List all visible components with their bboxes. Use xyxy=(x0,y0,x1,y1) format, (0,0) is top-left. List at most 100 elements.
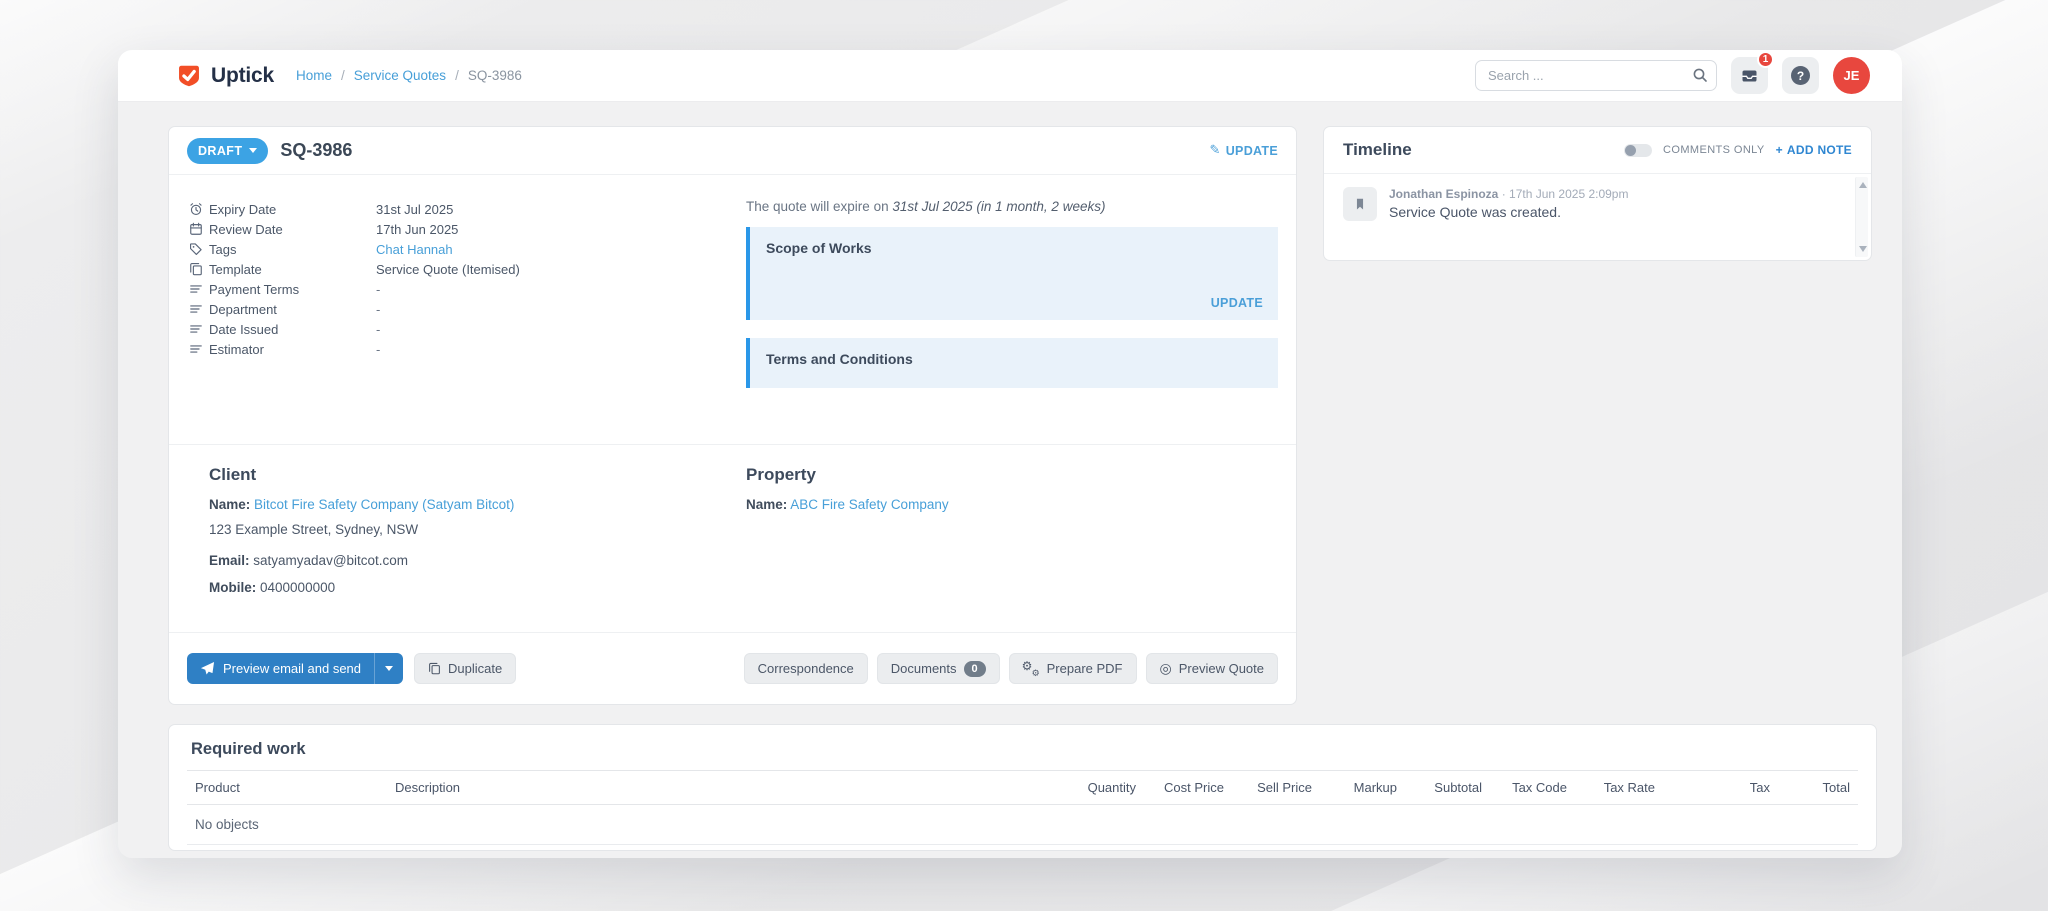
lines-icon xyxy=(189,302,203,316)
header-actions: 1 ? JE xyxy=(1475,57,1870,94)
preview-email-and-send-button[interactable]: Preview email and send xyxy=(187,653,403,684)
timeline-entry-content: Jonathan Espinoza · 17th Jun 2025 2:09pm… xyxy=(1389,187,1628,221)
property-section: Property Name: ABC Fire Safety Company xyxy=(746,465,949,632)
expiry-note-emphasis: 31st Jul 2025 (in 1 month, 2 weeks) xyxy=(892,199,1105,214)
uptick-shield-icon xyxy=(176,63,202,89)
timeline-scrollbar[interactable] xyxy=(1855,177,1868,257)
main-content: DRAFT SQ-3986 ✎ UPDATE E xyxy=(118,102,1902,857)
pencil-icon: ✎ xyxy=(1210,142,1221,158)
field-label: Template xyxy=(189,262,376,277)
status-label: DRAFT xyxy=(198,144,242,158)
column-subtotal: Subtotal xyxy=(1405,771,1490,805)
column-sell-price: Sell Price xyxy=(1232,771,1320,805)
breadcrumb-separator: / xyxy=(341,68,345,83)
breadcrumb-home-link[interactable]: Home xyxy=(296,68,332,83)
breadcrumb-service-quotes-link[interactable]: Service Quotes xyxy=(354,68,446,83)
preview-quote-button[interactable]: ◎ Preview Quote xyxy=(1146,653,1278,684)
timeline-entry-author: Jonathan Espinoza xyxy=(1389,187,1498,201)
field-row-payment-terms: Payment Terms - xyxy=(189,279,746,299)
breadcrumb-current: SQ-3986 xyxy=(468,68,522,83)
field-row-template: Template Service Quote (Itemised) xyxy=(189,259,746,279)
terms-and-conditions-title: Terms and Conditions xyxy=(766,351,1262,367)
column-tax: Tax xyxy=(1663,771,1778,805)
update-quote-link[interactable]: ✎ UPDATE xyxy=(1210,143,1278,159)
scroll-up-icon[interactable] xyxy=(1859,182,1867,188)
duplicate-button[interactable]: Duplicate xyxy=(414,653,516,684)
property-name-link[interactable]: ABC Fire Safety Company xyxy=(790,497,948,512)
tag-link[interactable]: Chat Hannah xyxy=(376,242,453,257)
timeline-body: Jonathan Espinoza · 17th Jun 2025 2:09pm… xyxy=(1324,174,1871,260)
column-description: Description xyxy=(387,771,1066,805)
quote-card-header: DRAFT SQ-3986 ✎ UPDATE xyxy=(169,127,1296,174)
update-label: UPDATE xyxy=(1226,144,1278,158)
scroll-down-icon[interactable] xyxy=(1859,246,1867,252)
field-value: 31st Jul 2025 xyxy=(376,202,453,217)
add-note-button[interactable]: + ADD NOTE xyxy=(1776,143,1852,157)
meta-dot: · xyxy=(1502,187,1506,201)
quote-card: DRAFT SQ-3986 ✎ UPDATE E xyxy=(168,126,1297,705)
field-label: Expiry Date xyxy=(189,202,376,217)
alarm-icon xyxy=(189,202,203,216)
field-value: - xyxy=(376,302,380,317)
send-icon xyxy=(200,661,215,676)
logo-wordmark: Uptick xyxy=(211,64,274,88)
required-work-table: Product Description Quantity Cost Price … xyxy=(187,770,1858,845)
property-title: Property xyxy=(746,465,949,485)
client-address: 123 Example Street, Sydney, NSW xyxy=(209,522,746,537)
field-value: - xyxy=(376,322,380,337)
breadcrumb-separator: / xyxy=(455,68,459,83)
property-name-line: Name: ABC Fire Safety Company xyxy=(746,497,949,512)
uptick-logo[interactable]: Uptick xyxy=(176,63,274,89)
scope-update-link[interactable]: UPDATE xyxy=(1211,296,1263,310)
client-property-section: Client Name: Bitcot Fire Safety Company … xyxy=(169,444,1296,632)
page-title: SQ-3986 xyxy=(280,140,352,161)
client-title: Client xyxy=(209,465,746,485)
timeline-entry: Jonathan Espinoza · 17th Jun 2025 2:09pm… xyxy=(1343,187,1841,221)
toggle-knob xyxy=(1625,145,1636,156)
breadcrumb: Home / Service Quotes / SQ-3986 xyxy=(296,68,522,83)
field-label: Estimator xyxy=(189,342,376,357)
comments-only-toggle[interactable] xyxy=(1624,144,1652,157)
correspondence-button[interactable]: Correspondence xyxy=(744,653,868,684)
scope-of-works-title: Scope of Works xyxy=(766,240,1262,256)
column-tax-code: Tax Code xyxy=(1490,771,1575,805)
status-badge[interactable]: DRAFT xyxy=(187,138,268,164)
search-icon xyxy=(1692,67,1708,83)
field-value: Service Quote (Itemised) xyxy=(376,262,520,277)
field-label: Tags xyxy=(189,242,376,257)
client-mobile-line: Mobile: 0400000000 xyxy=(209,580,746,595)
expiry-note: The quote will expire on 31st Jul 2025 (… xyxy=(746,199,1278,214)
column-tax-rate: Tax Rate xyxy=(1575,771,1663,805)
gears-icon: ⚙⚙ xyxy=(1023,661,1040,676)
chevron-down-icon xyxy=(249,148,257,153)
table-header-row: Product Description Quantity Cost Price … xyxy=(187,771,1858,805)
prepare-pdf-button[interactable]: ⚙⚙ Prepare PDF xyxy=(1009,653,1137,684)
quote-details: Expiry Date 31st Jul 2025 Review Date 17… xyxy=(169,174,1296,444)
inbox-button[interactable]: 1 xyxy=(1731,57,1768,94)
inbox-badge: 1 xyxy=(1757,51,1774,68)
quote-secondary-actions: Correspondence Documents 0 ⚙⚙ Prepare PD… xyxy=(744,653,1278,684)
column-markup: Markup xyxy=(1320,771,1405,805)
search-input[interactable] xyxy=(1475,60,1717,91)
column-cost-price: Cost Price xyxy=(1144,771,1232,805)
client-mobile: 0400000000 xyxy=(260,580,335,595)
empty-state-text: No objects xyxy=(187,805,1858,845)
timeline-title: Timeline xyxy=(1343,140,1412,160)
field-label: Department xyxy=(189,302,376,317)
column-quantity: Quantity xyxy=(1066,771,1144,805)
avatar[interactable]: JE xyxy=(1833,57,1870,94)
client-email-line: Email: satyamyadav@bitcot.com xyxy=(209,553,746,568)
lines-icon xyxy=(189,282,203,296)
quote-actions-bar: Preview email and send Duplicate Corre xyxy=(169,632,1296,704)
documents-button[interactable]: Documents 0 xyxy=(877,653,1000,684)
lines-icon xyxy=(189,342,203,356)
column-product: Product xyxy=(187,771,387,805)
send-options-toggle[interactable] xyxy=(375,666,403,671)
help-button[interactable]: ? xyxy=(1782,57,1819,94)
column-total: Total xyxy=(1778,771,1858,805)
client-name-link[interactable]: Bitcot Fire Safety Company (Satyam Bitco… xyxy=(254,497,514,512)
field-row-tags: Tags Chat Hannah xyxy=(189,239,746,259)
lines-icon xyxy=(189,322,203,336)
inbox-icon xyxy=(1741,68,1758,84)
copy-icon xyxy=(428,662,441,675)
